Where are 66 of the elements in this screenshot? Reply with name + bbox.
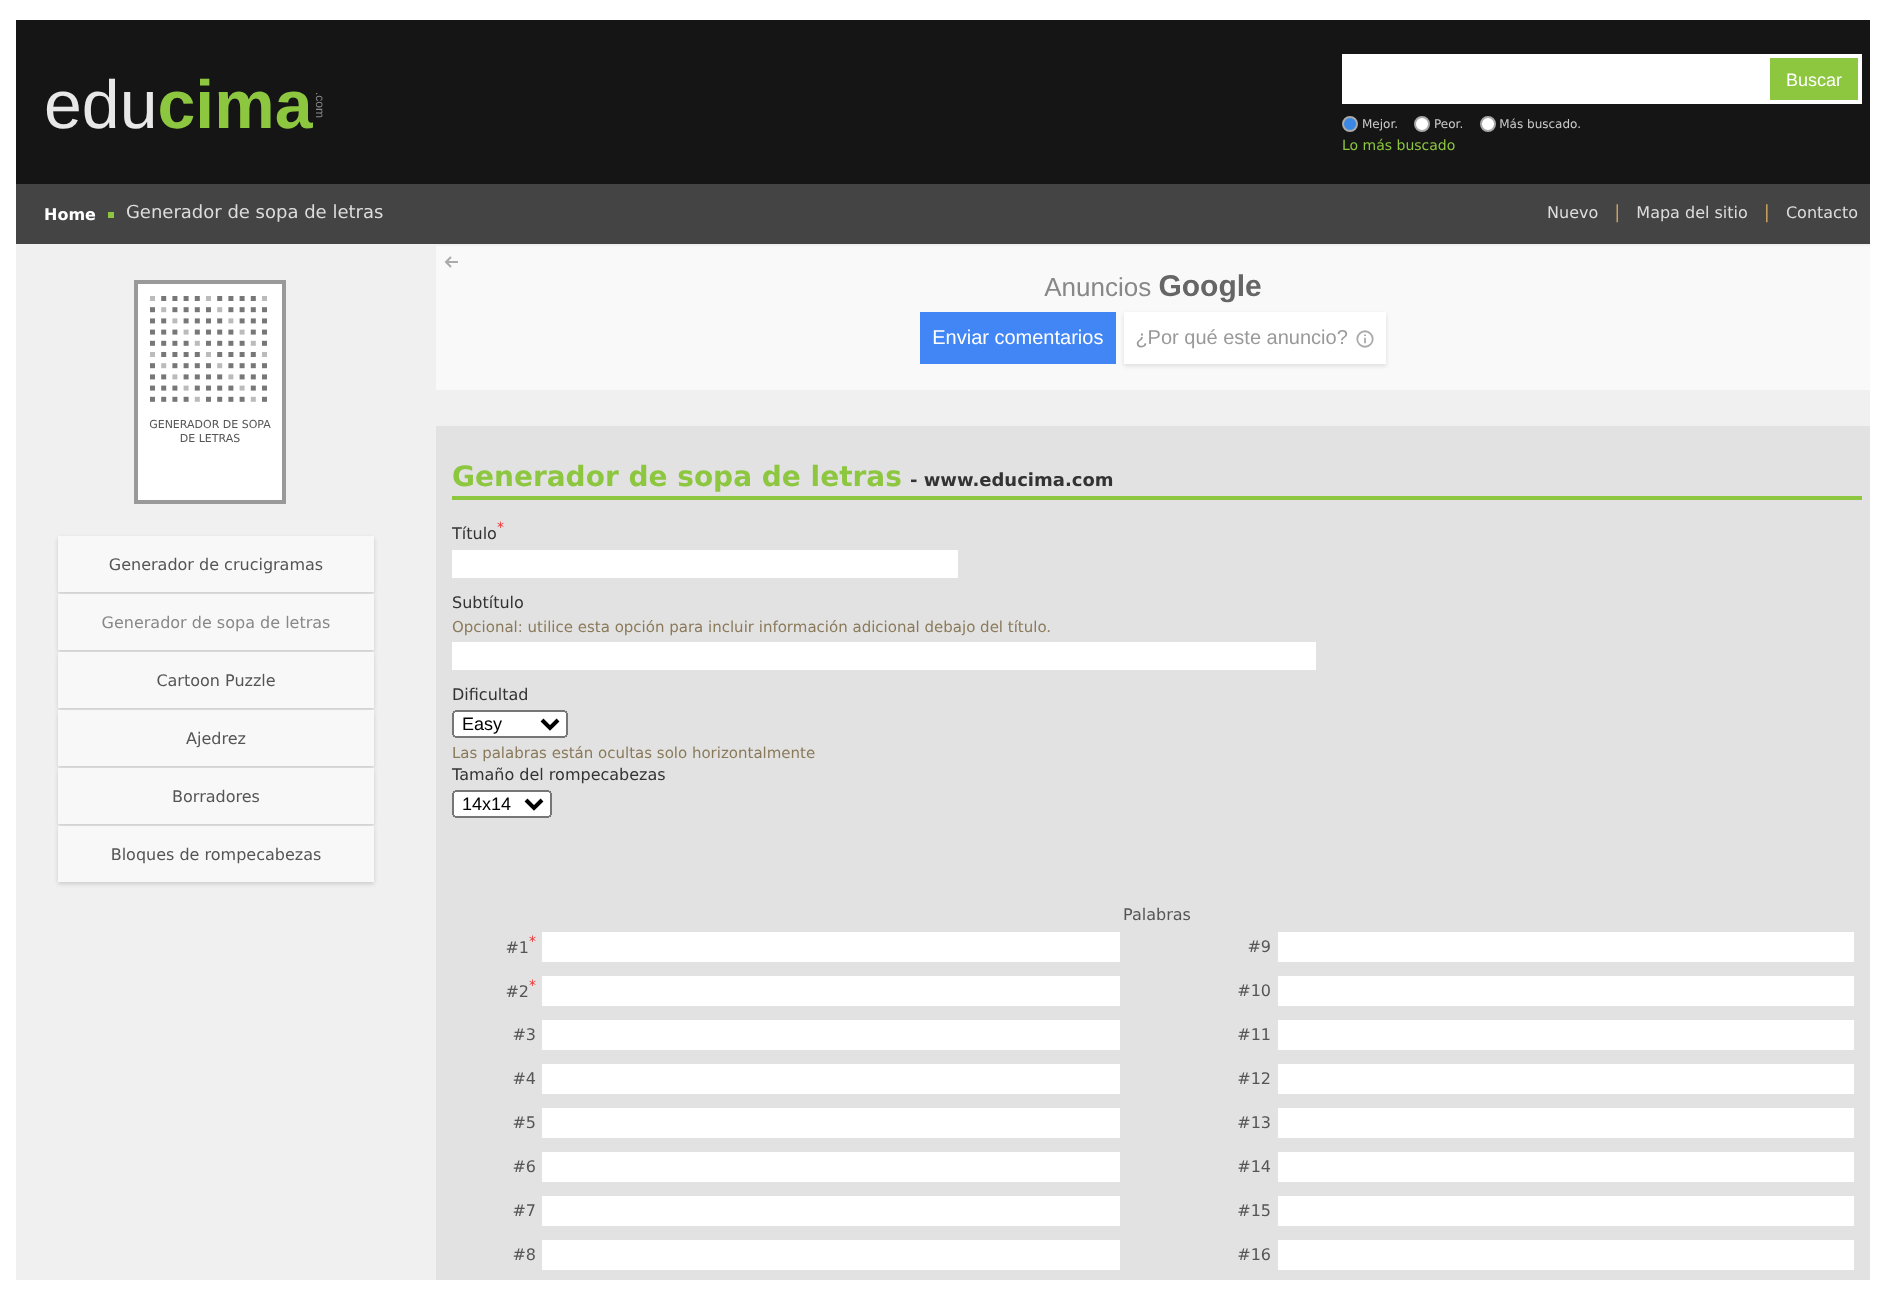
bullet-icon (107, 211, 114, 217)
word-input[interactable] (1277, 1063, 1854, 1094)
site-url: - www.educima.com (909, 472, 1114, 492)
word-input[interactable] (542, 931, 1119, 962)
breadcrumb-current: Generador de sopa de letras (125, 204, 384, 224)
word-number: #4 (510, 1069, 536, 1088)
word-input[interactable] (1277, 931, 1854, 962)
word-number: #12 (1235, 1069, 1271, 1088)
word-number: #9 (1245, 937, 1271, 956)
word-input[interactable] (542, 1107, 1119, 1138)
word-number: #6 (510, 1157, 536, 1176)
word-number: #2$^{*}$ (503, 978, 536, 1002)
size-select[interactable]: 14x14 (452, 789, 552, 818)
radio-icon[interactable] (1479, 116, 1496, 132)
radio-icon[interactable] (1342, 116, 1358, 132)
word-input[interactable] (1277, 1019, 1854, 1050)
sidebar-item[interactable]: Borradores (58, 768, 374, 824)
sidebar-item[interactable]: Generador de crucigramas (58, 536, 374, 592)
word-input[interactable] (542, 975, 1119, 1006)
sidebar-item[interactable]: Bloques de rompecabezas (58, 826, 374, 882)
word-number: #16 (1235, 1245, 1271, 1264)
word-input[interactable] (1277, 1151, 1854, 1182)
field-label: Subtítulo (452, 593, 526, 612)
ad-title: Anuncios Google (1044, 270, 1262, 304)
words-heading: Palabras (1121, 905, 1193, 924)
top-link[interactable]: Mapa del sitio (1636, 204, 1748, 224)
word-input[interactable] (1277, 1195, 1854, 1226)
word-number: #15 (1235, 1201, 1271, 1220)
feedback-button[interactable]: Enviar comentarios (920, 312, 1116, 364)
top-link[interactable]: Contacto (1785, 204, 1858, 224)
required-mark: * (529, 978, 536, 995)
word-number: #14 (1235, 1157, 1271, 1176)
difficulty-select[interactable]: Easy (452, 709, 568, 738)
radio-icon[interactable] (1414, 116, 1431, 132)
word-input[interactable] (1277, 1239, 1854, 1270)
form-heading: Generador de sopa de letras (452, 462, 902, 494)
word-number: #5 (510, 1113, 536, 1132)
field-label: Título$^{*}$ (452, 520, 506, 544)
word-number: #1$^{*}$ (503, 934, 536, 958)
subtitle-input[interactable] (452, 641, 1316, 670)
home-link[interactable]: Home (44, 205, 96, 223)
word-number: #8 (510, 1245, 536, 1264)
word-number: #10 (1235, 981, 1271, 1000)
sidebar-item[interactable]: Ajedrez (58, 710, 374, 766)
sidebar-item[interactable]: Cartoon Puzzle (58, 652, 374, 708)
word-input[interactable] (542, 1239, 1119, 1270)
top-link[interactable]: Nuevo (1547, 204, 1599, 224)
required-mark: * (496, 520, 504, 536)
word-number: #3 (510, 1025, 536, 1044)
word-input[interactable] (542, 1063, 1119, 1094)
field-label: Dificultad (452, 685, 531, 704)
word-number: #7 (510, 1201, 536, 1220)
word-number: #11 (1235, 1025, 1271, 1044)
required-mark: * (529, 934, 536, 951)
separator: | (1614, 204, 1621, 224)
separator: | (1763, 204, 1770, 224)
word-input[interactable] (1277, 975, 1854, 1006)
word-number: #13 (1235, 1113, 1271, 1132)
field-label: Tamaño del rompecabezas (452, 765, 668, 784)
word-input[interactable] (542, 1195, 1119, 1226)
word-input[interactable] (542, 1151, 1119, 1182)
back-arrow-icon[interactable] (444, 254, 460, 270)
word-input[interactable] (542, 1019, 1119, 1050)
word-input[interactable] (1277, 1107, 1854, 1138)
info-icon (1355, 329, 1374, 347)
title-input[interactable] (452, 549, 958, 578)
